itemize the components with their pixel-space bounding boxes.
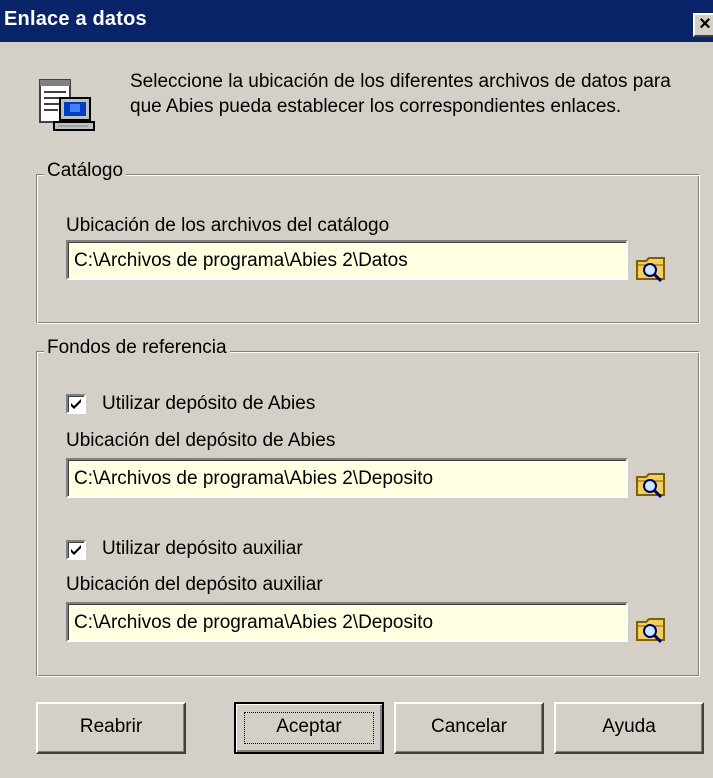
accept-button-label: Aceptar (276, 716, 342, 737)
use-aux-deposit-checkbox[interactable] (66, 540, 86, 560)
reopen-button[interactable]: Reabrir (36, 702, 186, 754)
references-legend: Fondos de referencia (44, 337, 230, 359)
accept-button[interactable]: Aceptar (234, 702, 384, 754)
help-button[interactable]: Ayuda (554, 702, 704, 754)
use-abies-deposit-label[interactable]: Utilizar depósito de Abies (102, 393, 315, 415)
abies-deposit-location-label: Ubicación del depósito de Abies (66, 430, 336, 451)
folder-search-icon[interactable] (634, 612, 668, 646)
help-button-label: Ayuda (602, 716, 656, 737)
aux-deposit-path-field[interactable]: C:\Archivos de programa\Abies 2\Deposito (66, 602, 628, 642)
use-aux-deposit-label[interactable]: Utilizar depósito auxiliar (102, 538, 303, 560)
abies-deposit-path-field[interactable]: C:\Archivos de programa\Abies 2\Deposito (66, 458, 628, 498)
title-bar[interactable]: Enlace a datos × (0, 0, 713, 42)
cancel-button-label: Cancelar (430, 716, 508, 737)
window-title: Enlace a datos (4, 8, 147, 30)
folder-search-icon[interactable] (634, 251, 668, 285)
catalog-legend: Catálogo (44, 160, 127, 182)
close-button[interactable]: × (693, 13, 713, 37)
cancel-button[interactable]: Cancelar (394, 702, 544, 754)
computer-data-icon (39, 79, 95, 131)
aux-deposit-location-label: Ubicación del depósito auxiliar (66, 574, 323, 595)
close-icon: × (699, 13, 711, 35)
folder-search-icon[interactable] (634, 467, 668, 501)
intro-text: Seleccione la ubicación de los diferente… (130, 71, 671, 117)
checkmark-icon (71, 545, 81, 555)
checkmark-icon (71, 399, 81, 409)
reopen-button-label: Reabrir (79, 716, 143, 737)
catalog-path-field[interactable]: C:\Archivos de programa\Abies 2\Datos (66, 240, 628, 280)
use-abies-deposit-checkbox[interactable] (66, 394, 86, 414)
enlace-datos-dialog: Enlace a datos × Seleccione la ubicación… (0, 0, 713, 778)
catalog-location-label: Ubicación de los archivos del catálogo (66, 215, 390, 236)
